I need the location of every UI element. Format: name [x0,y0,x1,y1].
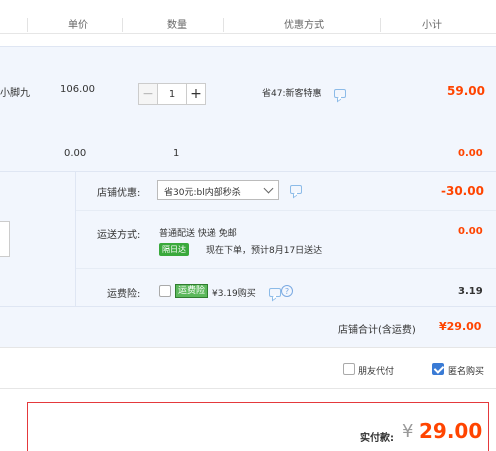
shipping-amount: 0.00 [458,226,483,237]
item-discount-text: 省47:新客特惠 [262,89,322,99]
extra-item-price: 0.00 [64,148,87,159]
insurance-amount: 3.19 [458,286,483,297]
help-icon[interactable]: ? [281,285,293,297]
shipping-method: 普通配送 快递 免邮 [159,229,237,239]
header-divider [122,18,123,32]
column-divider [75,171,76,306]
increase-quantity-button[interactable]: + [186,83,206,105]
coupon-select-value: 省30元:bl内部秒杀 [164,188,241,198]
payment-label: 实付款: [360,433,394,444]
header-divider [223,18,224,32]
item-subtotal: 59.00 [447,84,485,98]
extra-item-subtotal: 0.00 [458,148,483,159]
chat-icon[interactable] [269,288,281,297]
row-divider [76,210,496,211]
anonymous-label[interactable]: 匿名购买 [448,364,484,377]
friend-pay-checkbox[interactable] [343,363,355,375]
table-header: 单价 数量 优惠方式 小计 [0,8,496,34]
coupon-select[interactable]: 省30元:bl内部秒杀 [157,180,279,200]
shop-total-label: 店铺合计(含运费) [338,325,416,336]
chat-icon[interactable] [290,185,302,194]
shop-total-amount: ¥29.00 [439,320,482,333]
header-divider [27,18,28,32]
quantity-input[interactable]: 1 [158,83,186,105]
divider [0,388,496,389]
insurance-checkbox[interactable] [159,285,171,297]
row-divider [76,268,496,269]
delivery-estimate: 现在下单，预计8月17日送达 [206,246,323,256]
chevron-down-icon [263,183,274,194]
header-divider [380,18,381,32]
insurance-badge: 运费险 [175,284,209,298]
item-unit-price: 106.00 [60,84,95,95]
shipping-label: 运送方式: [97,230,141,241]
item-name[interactable]: 小脚九 [0,84,30,99]
friend-pay-label[interactable]: 朋友代付 [358,364,394,377]
chat-icon[interactable] [334,89,346,98]
header-subtotal: 小计 [422,20,442,31]
payment-amount: 29.00 [419,419,483,443]
coupon-label: 店铺优惠: [97,188,141,199]
delivery-badge: 隔日达 [159,243,189,256]
divider [0,347,496,348]
extra-item-quantity: 1 [173,148,180,159]
coupon-amount: -30.00 [441,184,484,198]
anonymous-checkbox[interactable] [432,363,444,375]
header-discount: 优惠方式 [284,20,324,31]
row-divider [0,306,496,307]
payment-currency: ¥ [402,421,414,442]
insurance-label: 运费险: [107,289,141,300]
message-box[interactable] [0,221,10,257]
insurance-price: ¥3.19购买 [212,289,256,299]
header-unit-price: 单价 [68,20,88,31]
decrease-quantity-button[interactable]: − [138,83,158,105]
header-quantity: 数量 [167,20,187,31]
quantity-stepper: − 1 + [138,83,206,107]
